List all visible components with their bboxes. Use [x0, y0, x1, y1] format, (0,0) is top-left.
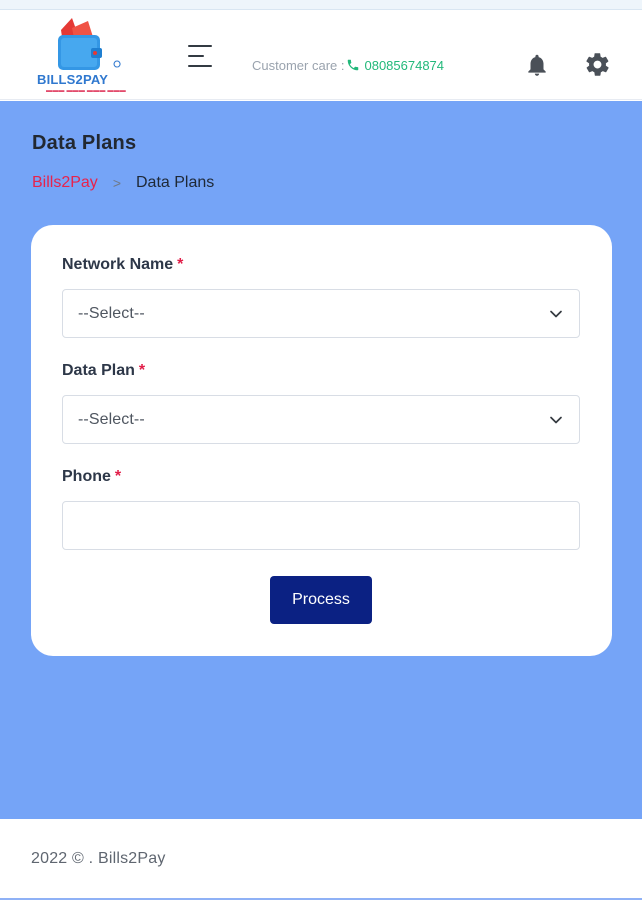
required-mark: *: [114, 468, 122, 485]
required-mark: *: [177, 256, 184, 273]
footer-copyright: 2022 © . Bills2Pay: [31, 850, 166, 867]
data-plan-group: Data Plan * --Select--: [62, 361, 581, 444]
process-button[interactable]: Process: [270, 576, 372, 624]
network-name-label: Network Name: [62, 256, 174, 273]
phone-input[interactable]: [62, 501, 580, 550]
customer-care: Customer care : 08085674874: [252, 58, 444, 73]
brand-logo-tagline-graphic: ▬▬▬ ▬▬▬ ▬▬▬ ▬▬▬: [46, 88, 127, 94]
menu-icon-line-top: [188, 45, 212, 47]
data-plan-select[interactable]: --Select--: [62, 395, 580, 444]
data-plan-form-card: Network Name * --Select-- Data Plan * --Se…: [31, 225, 612, 656]
top-strip: [0, 0, 642, 10]
page-footer: 2022 © . Bills2Pay: [0, 819, 642, 900]
phone-icon: [348, 59, 359, 70]
breadcrumb-separator: >: [112, 175, 121, 191]
required-mark: *: [138, 362, 146, 379]
app-header: BILLS2PAY ▬▬▬ ▬▬▬ ▬▬▬ ▬▬▬ Customer care …: [0, 10, 642, 100]
network-name-select[interactable]: --Select--: [62, 289, 580, 338]
brand-logo-text: BILLS2PAY: [37, 72, 109, 87]
page-title: Data Plans: [32, 132, 137, 154]
network-name-group: Network Name * --Select--: [62, 255, 581, 338]
phone-group: Phone *: [62, 467, 581, 550]
menu-toggle-button[interactable]: [188, 44, 214, 68]
data-plan-selected-value: --Select--: [78, 410, 145, 428]
data-plan-label-row: Data Plan *: [62, 361, 581, 381]
menu-icon-line-bottom: [188, 65, 212, 67]
brand-logo[interactable]: BILLS2PAY ▬▬▬ ▬▬▬ ▬▬▬ ▬▬▬: [36, 18, 130, 96]
phone-label: Phone: [62, 468, 111, 485]
bell-icon[interactable]: [524, 52, 550, 78]
breadcrumb-home-link[interactable]: Bills2Pay: [32, 174, 98, 192]
network-name-label-row: Network Name *: [62, 255, 581, 275]
customer-care-label: Customer care :: [252, 58, 345, 73]
menu-icon-line-middle: [188, 55, 204, 57]
network-name-selected-value: --Select--: [78, 304, 145, 322]
gear-icon[interactable]: [584, 51, 611, 78]
phone-label-row: Phone *: [62, 467, 581, 487]
customer-care-phone[interactable]: 08085674874: [364, 58, 444, 73]
breadcrumb-current-page: Data Plans: [136, 174, 215, 191]
main-content: Data Plans Bills2Pay > Data Plans Networ…: [0, 101, 642, 819]
chevron-down-icon: [550, 310, 562, 318]
breadcrumb: Bills2Pay > Data Plans: [32, 174, 214, 192]
chevron-down-icon: [550, 416, 562, 424]
data-plan-label: Data Plan: [62, 362, 135, 379]
